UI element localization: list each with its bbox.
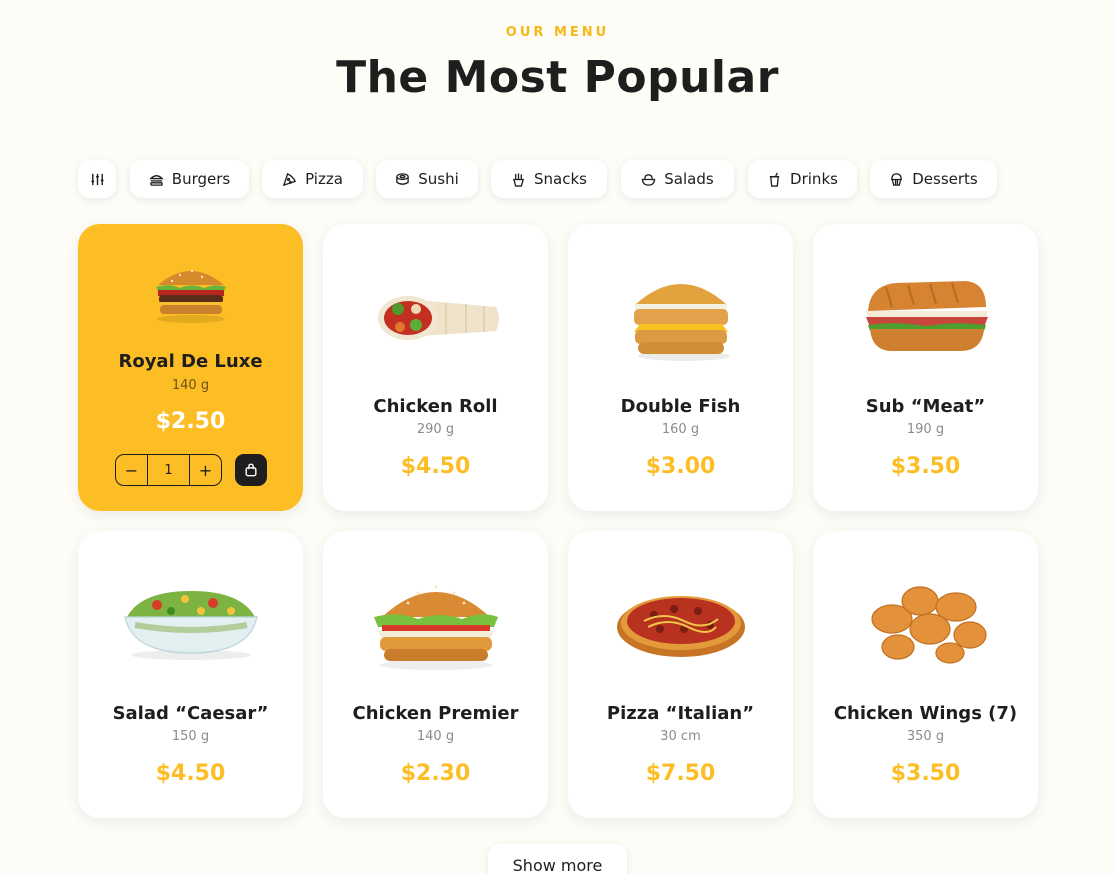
product-card-royal-de-luxe[interactable]: Royal De Luxe 140 g $2.50 − 1 + bbox=[78, 224, 303, 511]
filter-label: Salads bbox=[664, 170, 714, 188]
product-price: $4.50 bbox=[155, 761, 226, 786]
wrap-image bbox=[377, 296, 499, 340]
product-card-salad-caesar[interactable]: Salad “Caesar” 150 g $4.50 bbox=[78, 531, 303, 818]
filter-drinks[interactable]: Drinks bbox=[748, 160, 857, 198]
product-weight: 30 cm bbox=[660, 729, 701, 744]
product-name: Chicken Wings (7) bbox=[833, 703, 1018, 724]
filter-settings-button[interactable] bbox=[78, 160, 116, 198]
product-image bbox=[813, 561, 1038, 681]
salad-bowl-icon bbox=[641, 173, 656, 186]
product-card-sub-meat[interactable]: Sub “Meat” 190 g $3.50 bbox=[813, 224, 1038, 511]
product-image bbox=[323, 254, 548, 374]
product-price: $2.50 bbox=[155, 409, 226, 434]
product-card-chicken-premier[interactable]: Chicken Premier 140 g $2.30 bbox=[323, 531, 548, 818]
product-weight: 350 g bbox=[906, 729, 945, 744]
page-title: The Most Popular bbox=[336, 52, 779, 103]
sliders-icon bbox=[90, 173, 104, 185]
product-name: Pizza “Italian” bbox=[606, 703, 755, 724]
pizza-image bbox=[616, 596, 745, 657]
product-weight: 150 g bbox=[171, 729, 210, 744]
product-weight: 140 g bbox=[171, 378, 210, 393]
filter-label: Sushi bbox=[418, 170, 459, 188]
product-name: Salad “Caesar” bbox=[112, 703, 269, 724]
filter-label: Desserts bbox=[912, 170, 978, 188]
filter-label: Snacks bbox=[534, 170, 587, 188]
product-price: $4.50 bbox=[400, 454, 471, 479]
product-name: Chicken Premier bbox=[352, 703, 519, 724]
product-image bbox=[568, 561, 793, 681]
product-price: $3.50 bbox=[890, 761, 961, 786]
filter-label: Drinks bbox=[790, 170, 838, 188]
product-weight: 140 g bbox=[416, 729, 455, 744]
filter-snacks[interactable]: Snacks bbox=[491, 160, 607, 198]
chicken-wings-image bbox=[870, 586, 987, 664]
product-image bbox=[78, 561, 303, 681]
product-image bbox=[78, 254, 303, 334]
cup-icon bbox=[769, 172, 780, 187]
chicken-burger-image bbox=[373, 585, 498, 670]
add-to-cart-button[interactable] bbox=[235, 454, 267, 486]
show-more-button[interactable]: Show more bbox=[488, 844, 627, 874]
increase-quantity-button[interactable]: + bbox=[190, 455, 221, 485]
product-name: Double Fish bbox=[620, 396, 741, 417]
shopping-bag-icon bbox=[245, 463, 257, 477]
product-image bbox=[568, 254, 793, 374]
product-price: $3.00 bbox=[645, 454, 716, 479]
filter-pizza[interactable]: Pizza bbox=[262, 160, 363, 198]
burger-icon bbox=[149, 174, 164, 186]
filter-desserts[interactable]: Desserts bbox=[870, 160, 997, 198]
salad-image bbox=[123, 591, 258, 660]
filter-burgers[interactable]: Burgers bbox=[130, 160, 249, 198]
cupcake-icon bbox=[891, 172, 903, 186]
product-weight: 190 g bbox=[906, 422, 945, 437]
product-name: Sub “Meat” bbox=[865, 396, 986, 417]
quantity-value[interactable]: 1 bbox=[147, 455, 190, 485]
filter-label: Pizza bbox=[305, 170, 343, 188]
filter-salads[interactable]: Salads bbox=[621, 160, 734, 198]
product-name: Royal De Luxe bbox=[118, 351, 263, 372]
product-card-chicken-wings[interactable]: Chicken Wings (7) 350 g $3.50 bbox=[813, 531, 1038, 818]
product-image bbox=[323, 561, 548, 681]
menu-eyebrow: OUR MENU bbox=[505, 25, 610, 40]
burger-image bbox=[155, 269, 226, 323]
sub-sandwich-image bbox=[865, 281, 988, 351]
quantity-stepper: − 1 + bbox=[115, 454, 222, 486]
decrease-quantity-button[interactable]: − bbox=[116, 455, 147, 485]
product-card-double-fish[interactable]: Double Fish 160 g $3.00 bbox=[568, 224, 793, 511]
product-card-pizza-italian[interactable]: Pizza “Italian” 30 cm $7.50 bbox=[568, 531, 793, 818]
product-price: $3.50 bbox=[890, 454, 961, 479]
sushi-icon bbox=[396, 172, 410, 185]
product-price: $7.50 bbox=[645, 761, 716, 786]
fries-icon bbox=[512, 172, 525, 187]
filter-sushi[interactable]: Sushi bbox=[376, 160, 478, 198]
filter-label: Burgers bbox=[171, 170, 231, 188]
pizza-icon bbox=[282, 172, 297, 186]
product-weight: 160 g bbox=[661, 422, 700, 437]
product-card-chicken-roll[interactable]: Chicken Roll 290 g $4.50 bbox=[323, 224, 548, 511]
product-price: $2.30 bbox=[400, 761, 471, 786]
product-weight: 290 g bbox=[416, 422, 455, 437]
fish-burger-image bbox=[633, 284, 730, 361]
product-name: Chicken Roll bbox=[373, 396, 498, 417]
product-image bbox=[813, 254, 1038, 374]
